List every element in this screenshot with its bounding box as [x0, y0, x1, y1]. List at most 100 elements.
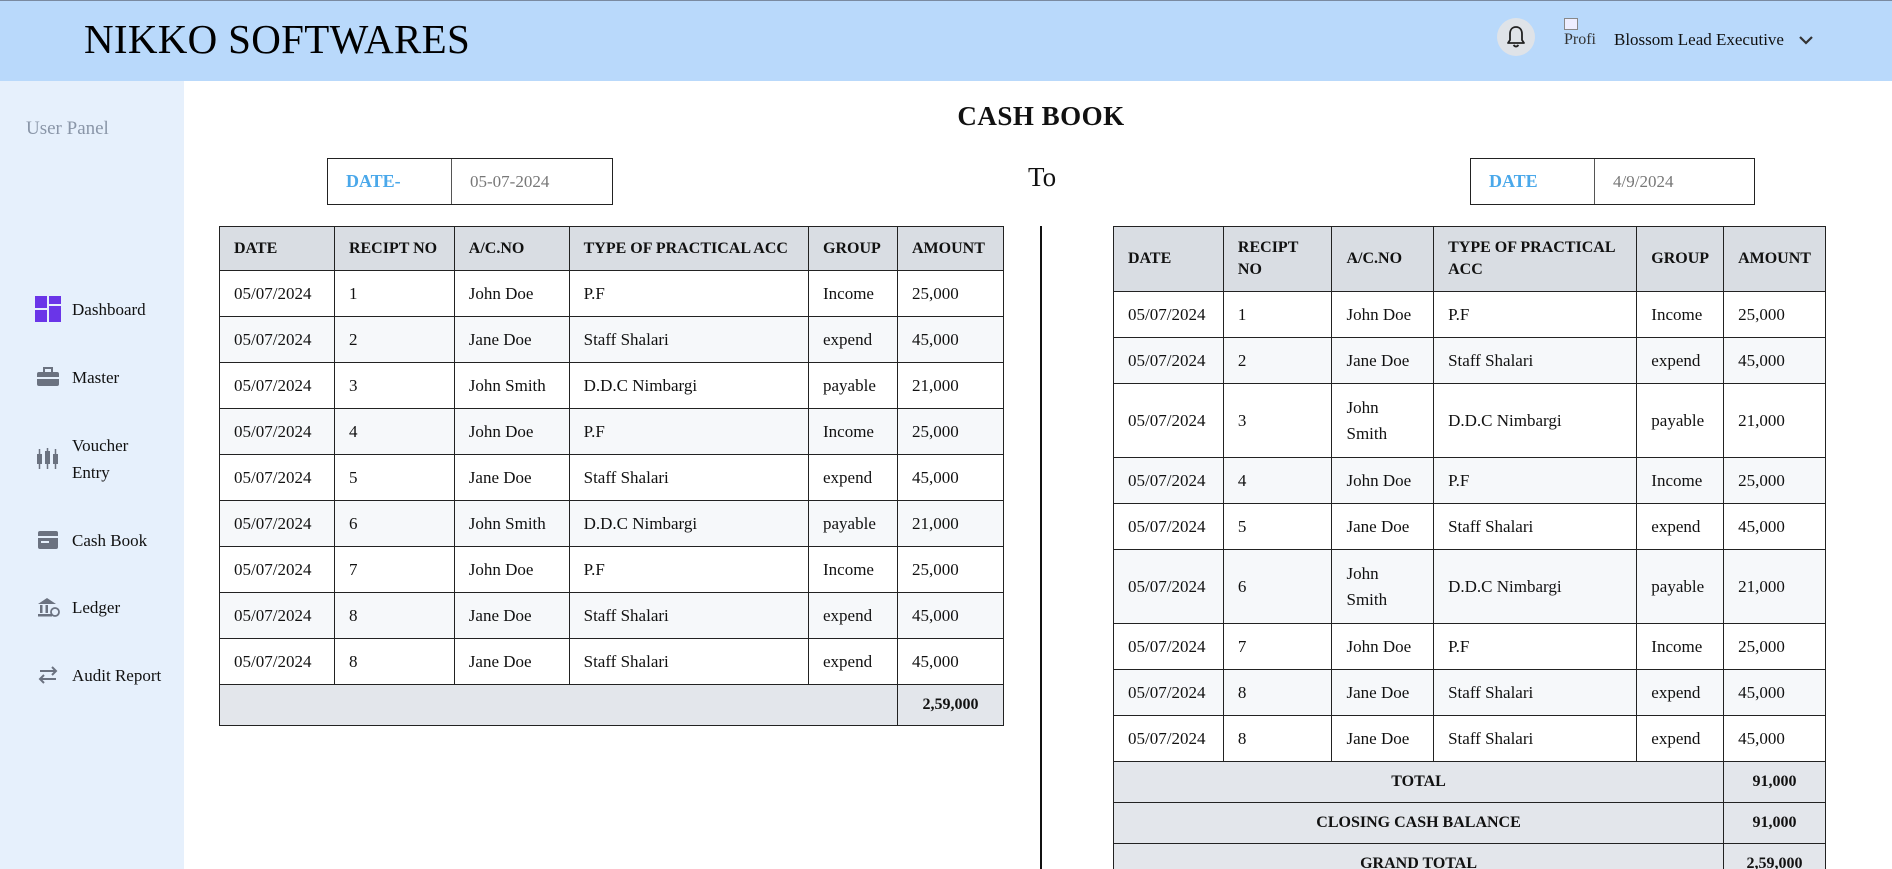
avatar[interactable]: Profi	[1564, 18, 1602, 58]
table-cell: 25,000	[1723, 457, 1826, 504]
user-name[interactable]: Blossom Lead Executive	[1614, 30, 1784, 50]
table-cell: 21,000	[896, 362, 1005, 409]
table-cell: 05/07/2024	[219, 362, 335, 409]
table-cell: P.F	[1433, 457, 1638, 504]
table-cell: 45,000	[896, 316, 1005, 363]
top-bar: NIKKO SOFTWARES Profi Blossom Lead Execu…	[0, 0, 1892, 81]
table-cell: 05/07/2024	[219, 546, 335, 593]
table-cell: 21,000	[1723, 549, 1826, 624]
table-cell: 25,000	[1723, 291, 1826, 338]
table-cell: 6	[1222, 549, 1333, 624]
sidebar-item-cash-book[interactable]: Cash Book	[34, 526, 162, 554]
table-cell: Income	[1636, 457, 1725, 504]
sidebar: User Panel Dashboard Master Voucher Entr…	[0, 81, 184, 869]
table-cell: Staff Shalari	[1433, 669, 1638, 716]
broken-image-icon	[1564, 18, 1578, 30]
sidebar-item-ledger[interactable]: Ledger	[34, 593, 162, 621]
table-cell: P.F	[568, 408, 810, 455]
table-cell: expend	[1636, 715, 1725, 762]
column-header: AMOUNT	[1723, 226, 1826, 292]
table-row: 05/07/2024 2 Jane Doe Staff Shalari expend 45…	[219, 316, 1005, 363]
column-header: AMOUNT	[896, 226, 1005, 271]
table-row: 05/07/2024 7 John Doe P.F Income 25,000	[219, 546, 1005, 593]
table-row: 05/07/2024 6 John Smith D.D.C Nimbargi payab…	[219, 500, 1005, 547]
table-header-row: DATE RECIPT NO A/C.NO TYPE OF PRACTICAL …	[219, 226, 1005, 271]
table-cell: 8	[1222, 669, 1333, 716]
table-cell: 8	[333, 638, 455, 685]
table-row: 05/07/2024 3 John Smith D.D.C Nimbargi payab…	[1113, 383, 1826, 458]
summary-value: 91,000	[1723, 761, 1826, 803]
left-cash-table: DATE RECIPT NO A/C.NO TYPE OF PRACTICAL …	[219, 226, 1005, 726]
table-row: 05/07/2024 1 John Doe P.F Income 25,000	[219, 270, 1005, 317]
table-cell: 05/07/2024	[1113, 291, 1224, 338]
table-cell: Jane Doe	[1331, 715, 1435, 762]
to-date-value[interactable]: 4/9/2024	[1595, 159, 1754, 204]
table-cell: John Smith	[453, 500, 570, 547]
table-cell: John Doe	[453, 408, 570, 455]
table-row: 05/07/2024 2 Jane Doe Staff Shalari expend 45…	[1113, 337, 1826, 384]
table-cell: 45,000	[896, 638, 1005, 685]
table-cell: Jane Doe	[1331, 337, 1435, 384]
table-cell: 05/07/2024	[1113, 623, 1224, 670]
sidebar-item-label: Ledger	[72, 597, 121, 617]
table-cell: 05/07/2024	[1113, 715, 1224, 762]
sidebar-item-dashboard[interactable]: Dashboard	[34, 295, 162, 323]
sidebar-item-label: Voucher Entry	[72, 436, 129, 482]
table-cell: 8	[1222, 715, 1333, 762]
from-date-field[interactable]: DATE- 05-07-2024	[327, 158, 613, 205]
table-cell: D.D.C Nimbargi	[568, 500, 810, 547]
table-cell: 3	[1222, 383, 1333, 458]
table-cell: D.D.C Nimbargi	[1433, 549, 1638, 624]
table-cell: 05/07/2024	[219, 500, 335, 547]
column-header: GROUP	[1636, 226, 1725, 292]
table-cell: John Smith	[1331, 383, 1435, 458]
table-cell: Income	[1636, 623, 1725, 670]
table-cell: Jane Doe	[1331, 669, 1435, 716]
vertical-divider	[1040, 226, 1042, 869]
to-label: To	[1028, 162, 1057, 192]
bank-icon	[34, 593, 62, 621]
sidebar-item-voucher-entry[interactable]: Voucher Entry	[34, 432, 162, 486]
summary-value: 91,000	[1723, 802, 1826, 844]
sidebar-item-label: Dashboard	[72, 299, 146, 319]
column-header: DATE	[1113, 226, 1224, 292]
bell-icon[interactable]	[1497, 18, 1535, 56]
page-title: CASH BOOK	[957, 101, 1125, 131]
table-cell: 45,000	[1723, 669, 1826, 716]
table-cell: 05/07/2024	[1113, 383, 1224, 458]
total-value: 2,59,000	[896, 684, 1005, 726]
sidebar-item-audit-report[interactable]: Audit Report	[34, 661, 162, 689]
table-cell: John Smith	[453, 362, 570, 409]
table-cell: 1	[1222, 291, 1333, 338]
summary-label: CLOSING CASH BALANCE	[1112, 802, 1725, 844]
table-cell: 2	[333, 316, 455, 363]
table-cell: 45,000	[896, 454, 1005, 501]
table-cell: expend	[808, 316, 898, 363]
table-cell: P.F	[1433, 623, 1638, 670]
column-header: GROUP	[808, 226, 898, 271]
table-cell: 1	[333, 270, 455, 317]
table-cell: Income	[1636, 291, 1725, 338]
table-cell: 45,000	[1723, 337, 1826, 384]
to-date-field[interactable]: DATE 4/9/2024	[1470, 158, 1755, 205]
table-cell: 05/07/2024	[1113, 669, 1224, 716]
table-cell: expend	[1636, 337, 1725, 384]
table-cell: 25,000	[896, 270, 1005, 317]
sidebar-item-label: Cash Book	[72, 530, 148, 550]
table-cell: Jane Doe	[453, 454, 570, 501]
from-date-value[interactable]: 05-07-2024	[452, 159, 612, 204]
table-row: 05/07/2024 8 Jane Doe Staff Shalari expend 45…	[1113, 669, 1826, 716]
table-row: 05/07/2024 5 Jane Doe Staff Shalari expend 45…	[219, 454, 1005, 501]
brand-name: NIKKO SOFTWARES	[84, 16, 471, 62]
column-header: A/C.NO	[1331, 226, 1435, 292]
table-cell: D.D.C Nimbargi	[1433, 383, 1638, 458]
table-cell: expend	[808, 592, 898, 639]
table-row: 05/07/2024 7 John Doe P.F Income 25,000	[1113, 623, 1826, 670]
table-cell: 25,000	[896, 546, 1005, 593]
sidebar-item-master[interactable]: Master	[34, 363, 162, 391]
sidebar-item-label: Audit Report	[72, 665, 162, 685]
table-cell: payable	[808, 500, 898, 547]
table-row: 05/07/2024 4 John Doe P.F Income 25,000	[1113, 457, 1826, 504]
chevron-down-icon[interactable]	[1798, 33, 1814, 51]
table-cell: John Doe	[1331, 291, 1435, 338]
